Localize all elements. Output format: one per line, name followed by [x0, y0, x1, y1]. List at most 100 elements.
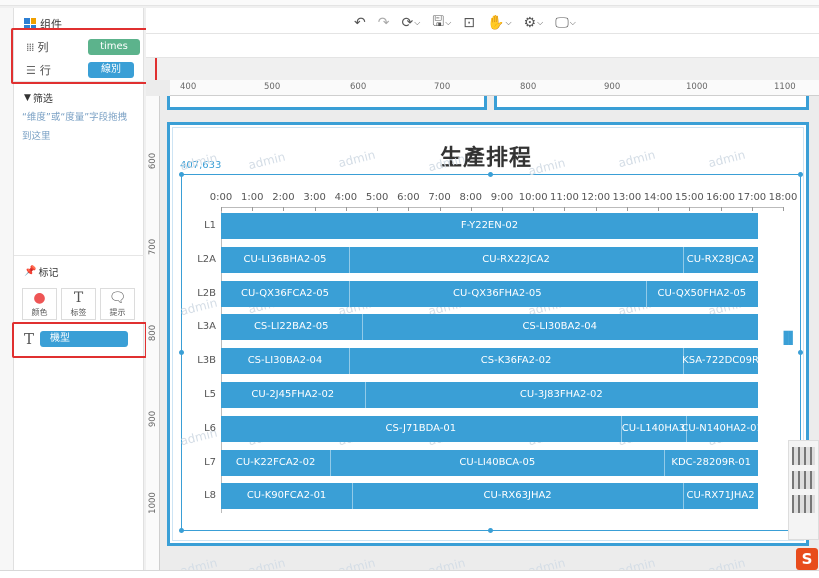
app-root: 组件 ⁞⁞⁞ 列 times ☰ 行 線別 ▼ 筛选 “维度”或“度量”字段拖拽到这… — [0, 0, 819, 578]
resize-handle[interactable] — [798, 172, 803, 177]
color-mark-label: 颜色 — [31, 307, 48, 317]
filter-section-title: ▼ 筛选 — [24, 90, 53, 106]
segment-divider — [645, 280, 647, 307]
x-tick-mark — [252, 207, 254, 211]
display-icon[interactable]: 🖵 ⌵ — [555, 11, 576, 35]
resize-handle[interactable] — [179, 350, 184, 355]
y-category-label: L6 — [204, 422, 216, 434]
gantt-bar-label: CU-QX36FHA2-05 — [453, 287, 542, 299]
gantt-bar-label: CU-K90FCA2-01 — [246, 490, 327, 502]
ruler-top-label: 1000 — [686, 82, 708, 92]
bar-chart-icon[interactable]: ▐▌ — [779, 331, 797, 345]
y-category-label: L7 — [204, 456, 216, 468]
x-tick-mark — [408, 207, 410, 211]
gantt-bar-label: CU-QX36FCA2-05 — [241, 287, 329, 299]
x-tick-mark — [533, 207, 535, 211]
gantt-bar-label: KDC-28209R-01 — [671, 456, 751, 468]
chart-title: 生產排程 — [440, 146, 533, 171]
x-tick-label: 17:00 — [737, 192, 767, 203]
palette-icon: ● — [33, 289, 46, 306]
gantt-bar-label: F-Y22EN-02 — [460, 220, 519, 231]
x-tick-label: 8:00 — [459, 192, 482, 203]
gantt-bar-label: CU-K22FCA2-02 — [235, 456, 316, 468]
resize-handle[interactable] — [179, 528, 184, 533]
filter-drop-zone[interactable]: “维度”或“度量”字段拖拽到这里 — [22, 108, 132, 146]
settings-icon[interactable]: ⚙ ⌵ — [524, 11, 544, 35]
y-category-label: L2A — [197, 253, 216, 265]
x-tick-mark — [502, 207, 503, 211]
ruler-top-label: 600 — [350, 82, 367, 92]
segment-divider — [364, 382, 366, 408]
resize-handle[interactable] — [488, 172, 493, 177]
x-tick-label: 14:00 — [643, 192, 673, 203]
ruler-left: 600 700 800 900 1000 — [146, 96, 160, 578]
x-tick-mark — [564, 207, 566, 211]
ruler-left-label: 800 — [148, 324, 158, 342]
x-tick-mark — [689, 207, 691, 211]
gantt-bar-label: CS-J71BDA-01 — [385, 422, 457, 434]
refresh-icon[interactable]: ⟳ ⌵ — [401, 11, 420, 35]
tooltip-mark-label: 提示 — [109, 307, 126, 317]
filter-title: 筛选 — [32, 94, 53, 105]
segment-divider — [683, 246, 685, 273]
highlight-box-shelves — [11, 28, 157, 84]
mark-section-title: 📌 标记 — [24, 264, 58, 279]
segment-divider — [330, 449, 332, 476]
y-category-label: L5 — [204, 389, 216, 400]
x-tick-mark — [314, 207, 316, 211]
label-mark-button[interactable]: T 标签 — [61, 288, 96, 320]
ruler-top: 400 500 600 700 800 900 1000 1100 — [170, 80, 819, 96]
x-tick-mark — [377, 207, 379, 211]
x-tick-label: 5:00 — [365, 192, 389, 203]
highlight-box-label — [12, 322, 147, 358]
hand-icon[interactable]: ✋ ⌵ — [487, 11, 512, 35]
segment-divider — [664, 449, 666, 476]
x-tick-label: 2:00 — [272, 192, 295, 203]
tooltip-mark-button[interactable]: 🗨 提示 — [100, 288, 135, 320]
x-tick-label: 16:00 — [706, 192, 735, 203]
right-tool-panel[interactable] — [788, 440, 819, 540]
undo-icon[interactable]: ↶ — [354, 11, 366, 35]
mark-buttons: ● 颜色 T 标签 🗨 提示 — [22, 288, 135, 320]
segment-divider — [352, 483, 354, 510]
top-strip — [0, 0, 819, 6]
gantt-bar-label: CU-2J45FHA2-02 — [251, 389, 335, 400]
x-tick-label: 12:00 — [581, 192, 611, 203]
x-tick-label: 18:00 — [768, 192, 798, 203]
gantt-bar-label: CU-QX50FHA2-05 — [657, 287, 747, 299]
segment-divider — [349, 348, 350, 375]
resize-handle[interactable] — [798, 350, 803, 355]
mark-title: 标记 — [38, 268, 59, 279]
color-mark-button[interactable]: ● 颜色 — [22, 288, 57, 320]
pin-icon: ▼ — [24, 92, 31, 103]
gantt-bar-label: CS-LI30BA2-04 — [247, 355, 323, 367]
x-tick-label: 6:00 — [397, 192, 420, 203]
x-tick-label: 1:00 — [240, 192, 264, 203]
redo-icon[interactable]: ↷ — [378, 11, 390, 35]
prev-widget-right[interactable] — [494, 96, 809, 110]
resize-handle[interactable] — [488, 528, 493, 533]
tooltip-icon: 🗨 — [108, 289, 127, 306]
segment-divider — [349, 246, 350, 273]
x-tick-mark — [626, 207, 628, 211]
x-tick-label: 7:00 — [428, 192, 451, 203]
y-category-label: L8 — [204, 490, 216, 502]
save-icon[interactable]: 🖫 ⌵ — [432, 11, 451, 35]
gantt-bar-label: CU-LI40BCA-05 — [459, 456, 536, 468]
prev-widget-left[interactable] — [167, 96, 487, 110]
x-tick-mark — [751, 207, 753, 211]
text-icon: T — [73, 289, 84, 306]
ruler-top-label: 400 — [180, 82, 197, 92]
x-tick-label: 9:00 — [490, 192, 514, 203]
ruler-top-label: 800 — [520, 82, 537, 92]
ruler-top-label: 700 — [434, 82, 451, 92]
resize-handle[interactable] — [179, 172, 184, 177]
gantt-bar-label: CU-L140HA3 — [621, 422, 686, 434]
gantt-bar-label: CU-3J83FHA2-02 — [519, 389, 603, 400]
x-tick-label: 13:00 — [612, 192, 642, 203]
segment-divider — [349, 280, 350, 307]
zoom-icon[interactable]: ⊡ — [463, 11, 475, 35]
label-mark-label: 标签 — [70, 307, 87, 317]
segment-divider — [683, 483, 685, 510]
x-tick-label: 10:00 — [518, 192, 548, 203]
